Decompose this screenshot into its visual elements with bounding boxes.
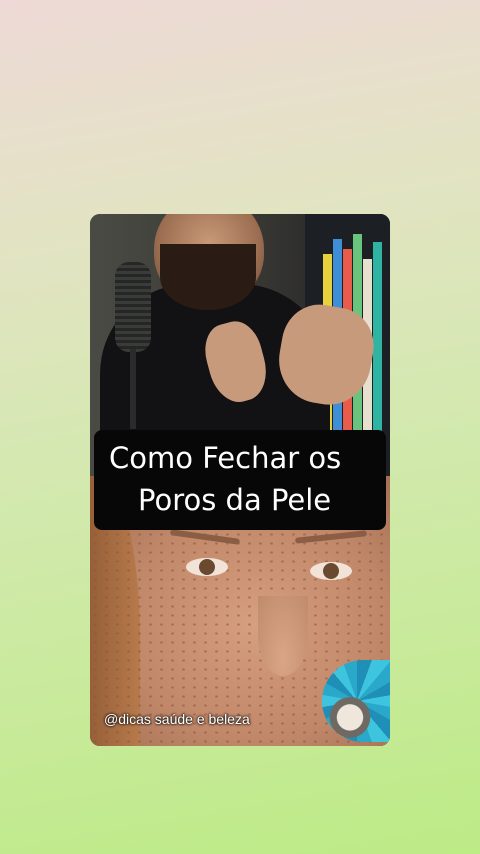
speaker-beard [160, 244, 256, 310]
microphone-icon [115, 262, 151, 352]
caption-line-1: Como Fechar os [109, 441, 342, 475]
right-eye [310, 562, 352, 580]
left-eye [186, 558, 228, 576]
video-card[interactable]: Como Fechar os Poros da Pele @dicas saúd… [90, 214, 390, 746]
caption-line-2: Poros da Pele [138, 483, 332, 517]
microphone-stand [130, 349, 136, 429]
nose [258, 596, 308, 676]
channel-watermark: @dicas saúde e beleza [104, 711, 250, 727]
video-caption: Como Fechar os Poros da Pele [94, 430, 386, 530]
